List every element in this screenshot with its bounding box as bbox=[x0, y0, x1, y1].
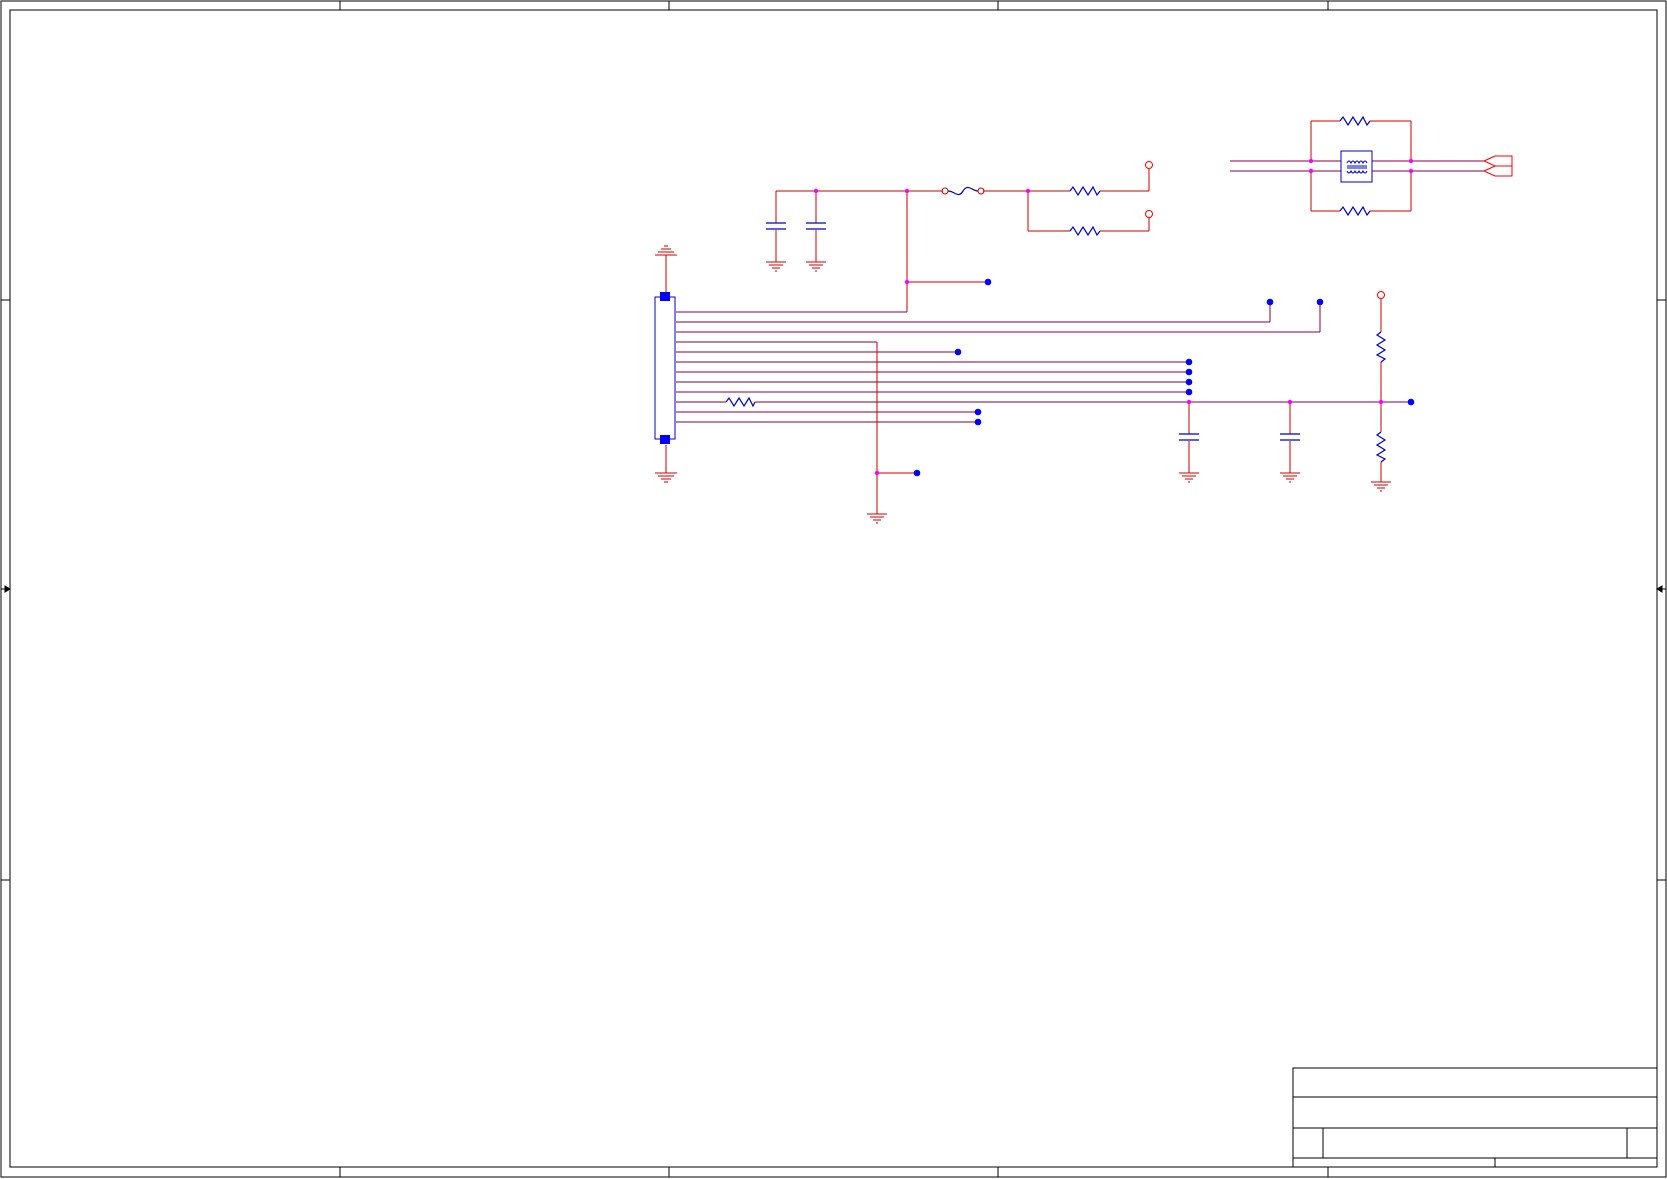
ground-icon bbox=[806, 261, 826, 272]
resistor-icon bbox=[1339, 115, 1371, 127]
connector-icon bbox=[654, 292, 676, 444]
resistor-icon bbox=[725, 396, 756, 408]
net-port-dots-bus bbox=[913, 298, 1415, 477]
power-port-icon bbox=[1145, 161, 1153, 169]
junction-dots-bus bbox=[874, 470, 880, 476]
resistor-icon bbox=[1375, 431, 1387, 463]
power-input-wires bbox=[775, 169, 1150, 312]
frame-center-arrow-right bbox=[1656, 585, 1666, 593]
schematic-sheet bbox=[0, 0, 1667, 1179]
power-port-icon bbox=[1145, 210, 1153, 218]
capacitor-c1 bbox=[766, 222, 786, 230]
connector-ground-top bbox=[655, 245, 677, 293]
ground-icon bbox=[867, 513, 887, 524]
resistor-icon bbox=[1375, 331, 1387, 363]
resistor-icon bbox=[1339, 205, 1371, 217]
signal-bus-wires bbox=[676, 302, 1410, 423]
filter-wires bbox=[1188, 298, 1382, 482]
frame-center-arrow-left bbox=[1, 585, 11, 593]
choke-icon bbox=[1340, 150, 1373, 183]
title-block bbox=[1292, 1067, 1658, 1168]
differential-port-icon bbox=[1482, 155, 1513, 177]
capacitor-c3 bbox=[1179, 433, 1199, 441]
junction-dots-power bbox=[813, 188, 1031, 285]
ground-icon bbox=[766, 261, 786, 272]
sheet-frame bbox=[0, 0, 1667, 1178]
ground-icon bbox=[1371, 481, 1391, 492]
connector-ground-bottom bbox=[655, 445, 677, 483]
ground-icon bbox=[1179, 472, 1199, 483]
ground-icon bbox=[1280, 472, 1300, 483]
ground-net-wires bbox=[876, 342, 915, 514]
capacitor-c2 bbox=[806, 222, 826, 230]
net-port-icon bbox=[984, 278, 992, 286]
resistor-icon bbox=[1069, 225, 1101, 237]
power-port-icon bbox=[1377, 291, 1385, 299]
resistor-icon bbox=[1069, 185, 1101, 197]
fuse-icon bbox=[941, 186, 985, 196]
capacitor-c4 bbox=[1280, 433, 1300, 441]
